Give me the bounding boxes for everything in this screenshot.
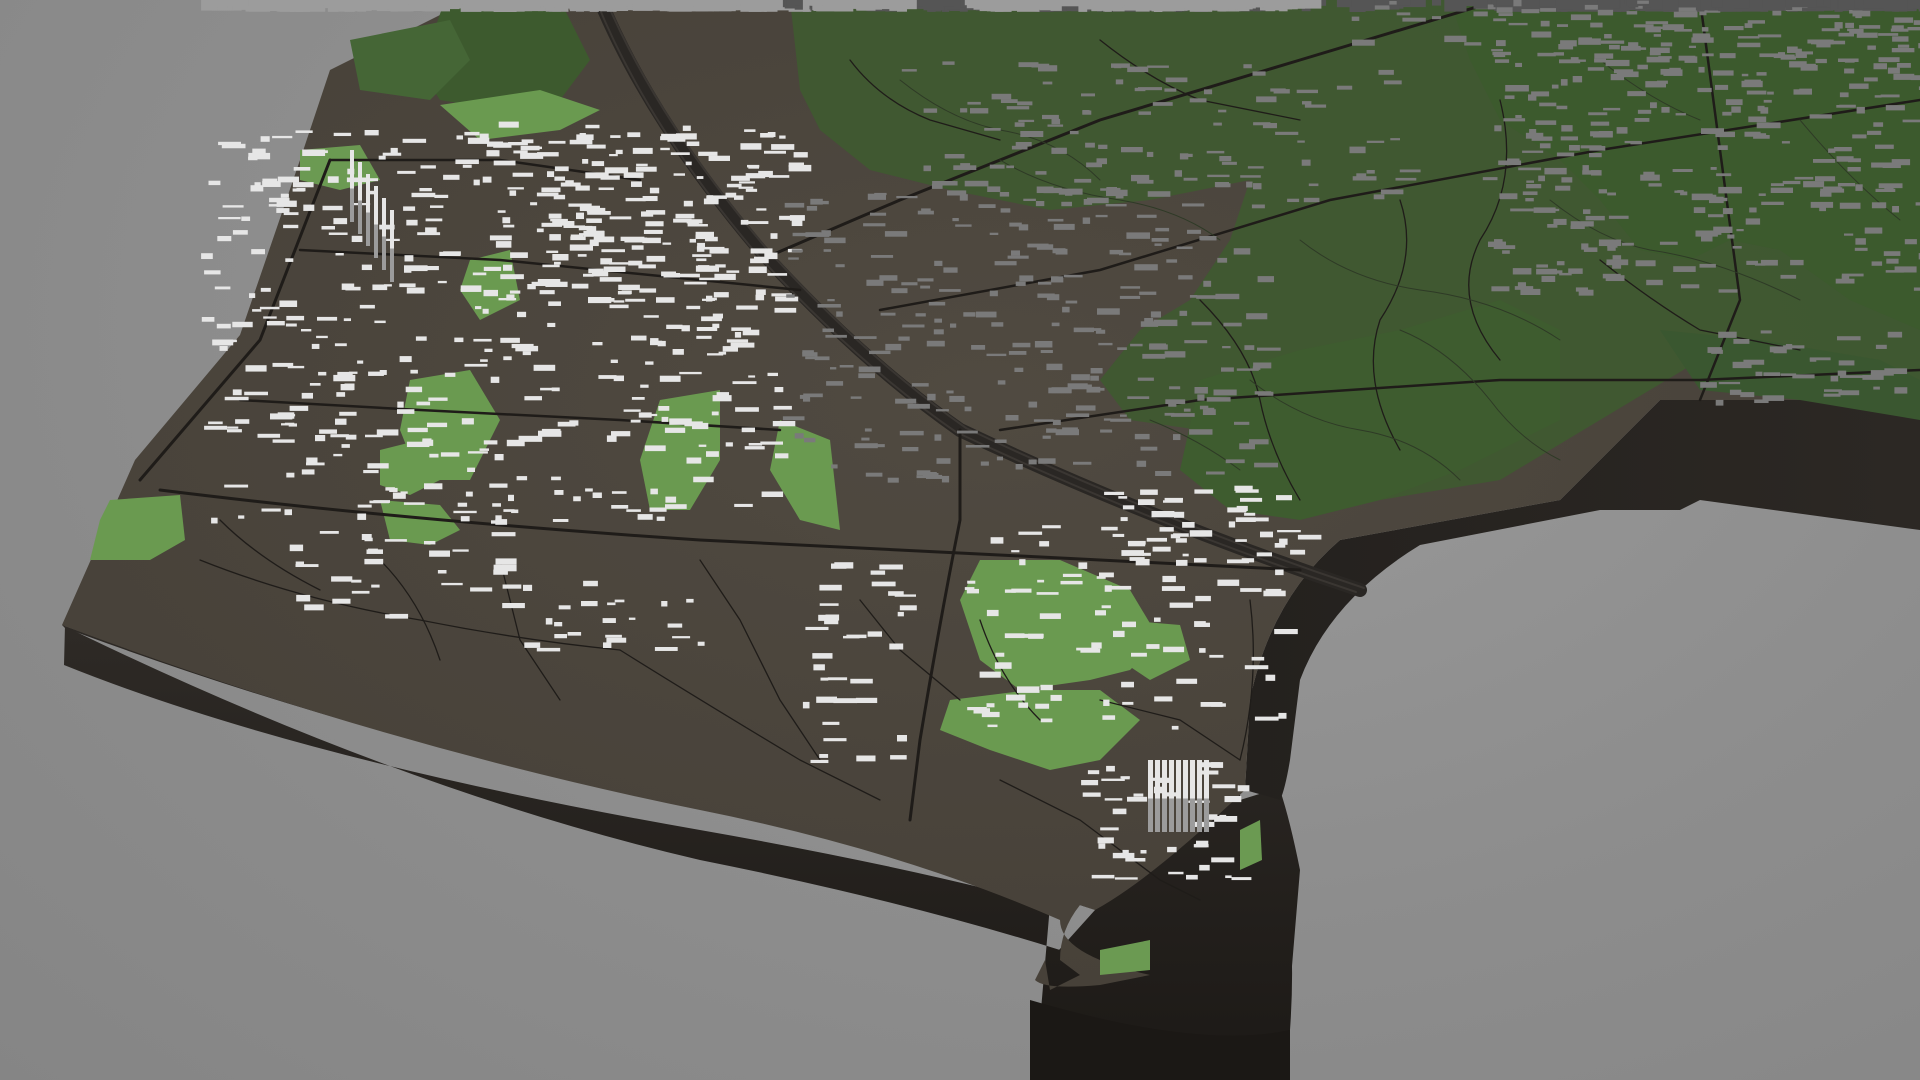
building xyxy=(204,0,221,275)
building xyxy=(1162,760,1167,832)
building xyxy=(222,0,244,208)
building xyxy=(250,0,264,192)
building xyxy=(1190,760,1195,832)
building xyxy=(1597,0,1614,16)
building xyxy=(358,162,362,234)
building xyxy=(201,0,213,260)
building xyxy=(1176,760,1181,832)
render-viewport[interactable] xyxy=(0,0,1920,1080)
building xyxy=(217,0,232,242)
building xyxy=(1148,760,1153,832)
building xyxy=(251,0,265,255)
building xyxy=(295,0,313,133)
building xyxy=(268,0,281,207)
building xyxy=(276,0,297,207)
building xyxy=(1155,760,1160,832)
building xyxy=(350,150,354,222)
building xyxy=(1521,0,1540,14)
building xyxy=(280,0,289,198)
building xyxy=(208,0,221,186)
building xyxy=(1473,0,1488,17)
building xyxy=(382,198,386,270)
building xyxy=(248,0,271,160)
building xyxy=(1197,760,1202,832)
building xyxy=(218,0,241,146)
building xyxy=(219,0,237,343)
building xyxy=(232,0,248,235)
building xyxy=(390,210,394,282)
building xyxy=(1183,760,1188,832)
building xyxy=(272,0,293,139)
building xyxy=(260,0,270,142)
building xyxy=(221,0,246,149)
building xyxy=(269,0,290,203)
building xyxy=(1584,0,1598,10)
building xyxy=(241,0,251,221)
building xyxy=(374,186,378,258)
building xyxy=(1204,760,1209,832)
building xyxy=(252,0,266,154)
building xyxy=(248,0,258,161)
building xyxy=(219,0,228,351)
building xyxy=(218,0,241,220)
building xyxy=(1678,0,1697,12)
building xyxy=(1169,760,1174,832)
building xyxy=(212,0,234,346)
city-terrain-model xyxy=(62,0,1920,1080)
building xyxy=(216,0,231,329)
building xyxy=(366,174,370,246)
building xyxy=(260,0,271,292)
building xyxy=(277,0,299,183)
building xyxy=(232,0,253,328)
building xyxy=(1373,0,1390,10)
